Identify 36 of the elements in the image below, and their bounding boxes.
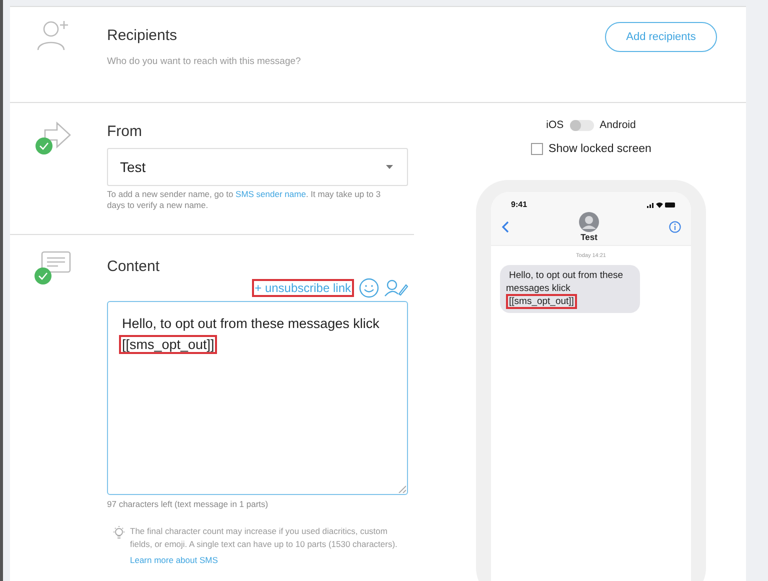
- checkbox-label: Show locked screen: [548, 143, 652, 155]
- section-title: Content: [107, 258, 161, 275]
- smiley-icon[interactable]: [359, 278, 379, 298]
- unsubscribe-link[interactable]: + unsubscribe link: [252, 278, 354, 297]
- add-recipients-button[interactable]: Add recipients: [605, 22, 717, 52]
- status-time: 9:41: [511, 200, 528, 209]
- platform-toggle[interactable]: [570, 120, 594, 130]
- message-text: Hello, to opt out from these messages klick: [121, 314, 380, 333]
- person-pen-icon[interactable]: [384, 278, 408, 297]
- sms-length-note: The final character count may increase if you used diacritics, custom fields, or emoji. A single text can have up to 10 parts (1530 characters).: [130, 524, 398, 550]
- message-field[interactable]: Hello, to opt out from these messages klick [[sms_opt_out]]: [107, 300, 408, 495]
- locked-screen-checkbox[interactable]: [530, 143, 543, 155]
- character-counter: 97 characters left (text message in 1 parts): [107, 498, 270, 509]
- sender-dropdown[interactable]: Test: [107, 148, 408, 186]
- section-subtitle: Who do you want to reach with this message?: [107, 56, 302, 67]
- toggle-label: Android: [600, 119, 636, 131]
- signal-wifi-battery-icon: [647, 201, 675, 208]
- bubble-text: Hello, to opt out from these messages klick: [506, 269, 624, 296]
- arrow-check-icon: [34, 121, 70, 155]
- sms-sender-name-link[interactable]: SMS sender name: [236, 189, 306, 199]
- sender-hint: To add a new sender name, go to SMS sender name. It may take up to 3 days to verify a new name.: [107, 189, 382, 212]
- section-title: Recipients: [107, 27, 178, 44]
- avatar-icon: [579, 212, 599, 232]
- learn-more-link[interactable]: Learn more about SMS: [130, 555, 218, 566]
- caret-icon: [386, 165, 393, 169]
- person-add-icon: [36, 19, 70, 51]
- bubble-text: [[sms_opt_out]]: [506, 294, 577, 309]
- info-icon[interactable]: [669, 221, 681, 233]
- section-title: From: [107, 123, 143, 140]
- resize-grip-icon[interactable]: [398, 484, 406, 493]
- back-chevron-icon[interactable]: [501, 221, 509, 233]
- message-check-icon: [34, 250, 72, 285]
- message-text: [[sms_opt_out]]: [119, 334, 218, 354]
- contact-name: Test: [580, 232, 598, 242]
- lightbulb-icon: [112, 524, 126, 541]
- toggle-label: iOS: [546, 119, 564, 131]
